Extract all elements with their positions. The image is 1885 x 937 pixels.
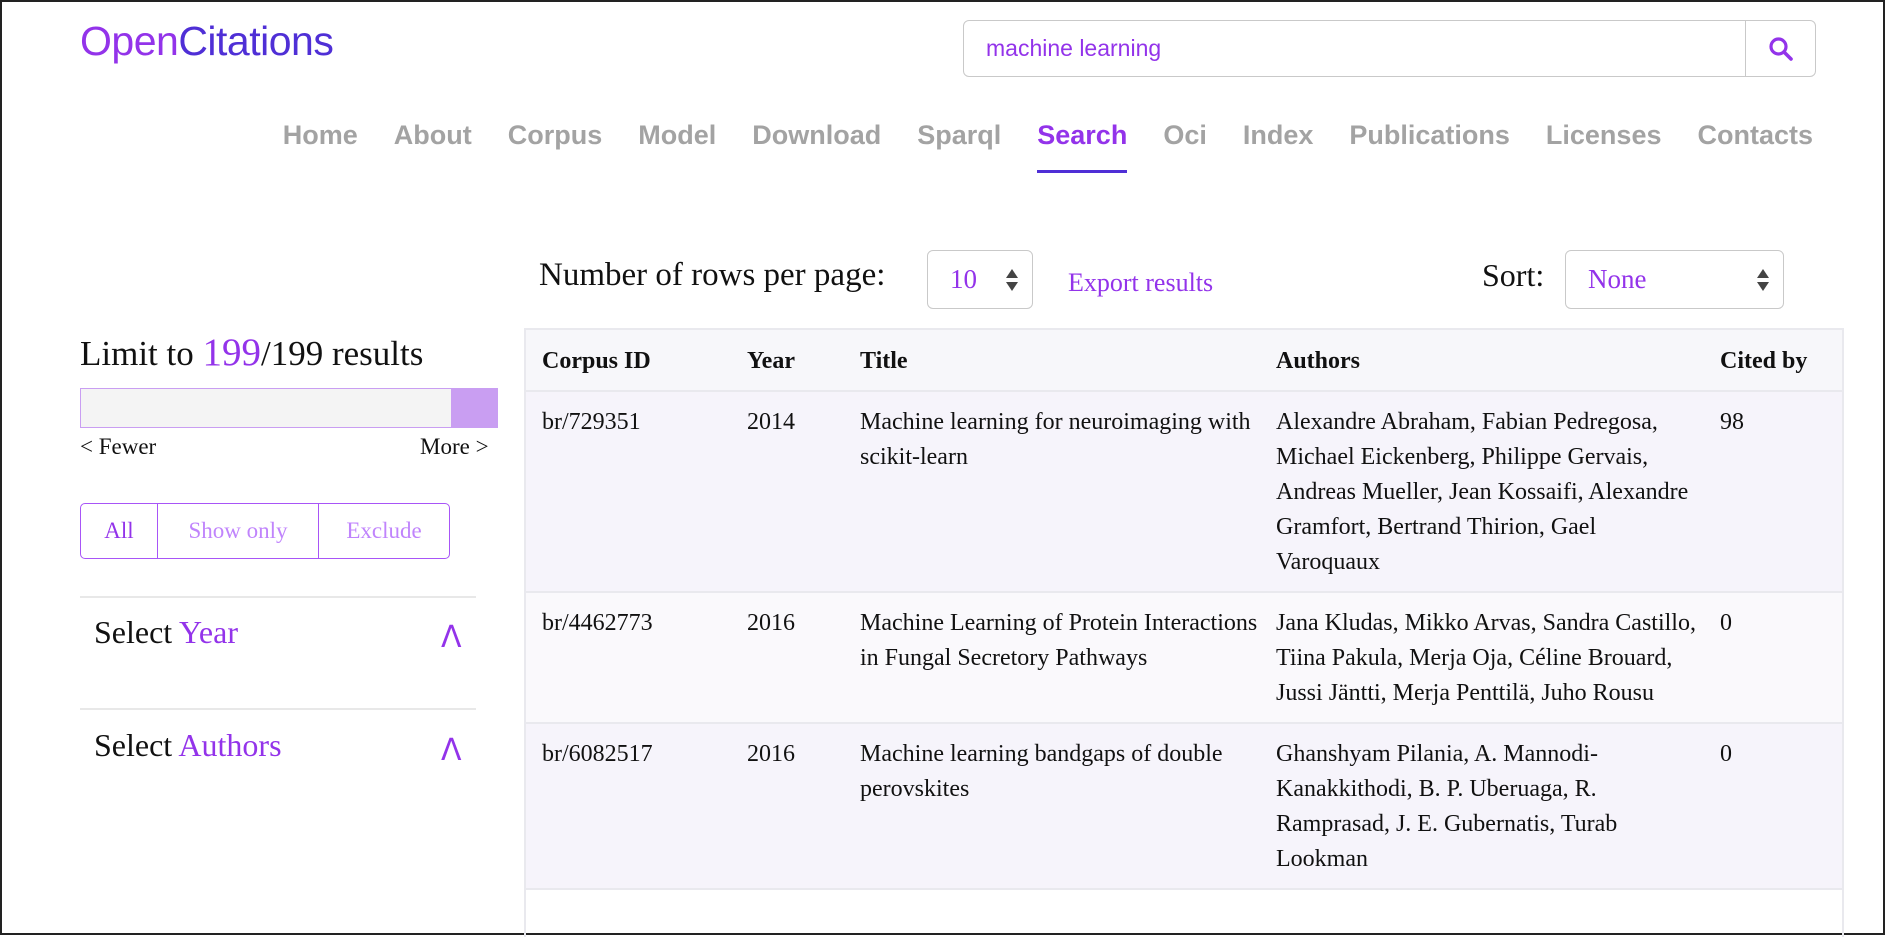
cell-authors: Jana Kludas, Mikko Arvas, Sandra Castill… — [1260, 592, 1704, 724]
nav-licenses[interactable]: Licenses — [1546, 120, 1662, 171]
limit-prefix: Limit to — [80, 334, 194, 373]
cell-corpus-id: br/4462773 — [526, 592, 731, 724]
table-row[interactable]: br/6082517 2016 Machine learning bandgap… — [526, 723, 1842, 890]
chevron-up-icon[interactable]: Λ — [441, 733, 462, 768]
facet-select-word: Select — [94, 614, 173, 650]
table-row[interactable]: br/4462773 2016 Machine Learning of Prot… — [526, 592, 1842, 724]
filter-all-button[interactable]: All — [81, 504, 157, 558]
filter-mode-group: All Show only Exclude — [80, 503, 450, 559]
table-header-row: Corpus ID Year Title Authors Cited by — [526, 330, 1842, 392]
table-row[interactable]: br/729351 2014 Machine learning for neur… — [526, 391, 1842, 593]
more-label: More > — [420, 434, 489, 459]
logo-part-open: Open — [80, 18, 179, 64]
divider — [80, 708, 476, 710]
limit-total: /199 results — [261, 334, 424, 373]
nav-home[interactable]: Home — [283, 120, 358, 171]
rows-per-page-label: Number of rows per page: — [539, 257, 886, 293]
facet-select-word: Select — [94, 727, 173, 763]
cell-year: 2016 — [731, 592, 844, 724]
sort-select[interactable]: None — [1565, 250, 1784, 309]
cell-corpus-id: br/729351 — [526, 391, 731, 593]
facet-authors-toggle[interactable]: Select Authors — [94, 727, 282, 764]
main-nav: Home About Corpus Model Download Sparql … — [283, 120, 1813, 173]
cell-title: Machine Learning of Protein Interactions… — [844, 592, 1260, 724]
nav-index[interactable]: Index — [1243, 120, 1314, 171]
nav-about[interactable]: About — [394, 120, 472, 171]
nav-sparql[interactable]: Sparql — [917, 120, 1001, 171]
results-table: Corpus ID Year Title Authors Cited by br… — [524, 328, 1844, 937]
filter-show-only-button[interactable]: Show only — [157, 504, 318, 558]
search-button[interactable] — [1745, 21, 1815, 76]
select-arrows-icon — [1757, 268, 1769, 291]
sort-value: None — [1588, 264, 1647, 294]
sort-label: Sort: — [1482, 257, 1545, 293]
facet-year-label: Year — [179, 614, 238, 650]
search-icon — [1768, 36, 1793, 61]
cell-year: 2014 — [731, 391, 844, 593]
col-corpus-id[interactable]: Corpus ID — [526, 330, 731, 392]
filter-exclude-button[interactable]: Exclude — [318, 504, 449, 558]
rows-per-page-value: 10 — [950, 264, 977, 294]
nav-corpus[interactable]: Corpus — [508, 120, 603, 171]
limit-current-count: 199 — [202, 331, 262, 374]
cell-corpus-id: br/6082517 — [526, 723, 731, 890]
cell-cited-by: 98 — [1704, 391, 1842, 593]
nav-download[interactable]: Download — [752, 120, 881, 171]
opencitations-logo[interactable]: OpenCitations — [80, 18, 334, 65]
cell-cited-by: 0 — [1704, 723, 1842, 890]
cell-authors: Ghanshyam Pilania, A. Mannodi-Kanakkitho… — [1260, 723, 1704, 890]
facet-year-toggle[interactable]: Select Year — [94, 614, 238, 651]
cell-cited-by: 0 — [1704, 592, 1842, 724]
col-authors[interactable]: Authors — [1260, 330, 1704, 392]
results-limit-slider[interactable] — [80, 388, 498, 428]
col-cited-by[interactable]: Cited by — [1704, 330, 1842, 392]
search-bar — [963, 20, 1816, 77]
col-year[interactable]: Year — [731, 330, 844, 392]
search-input[interactable] — [964, 21, 1745, 76]
col-title[interactable]: Title — [844, 330, 1260, 392]
logo-part-citations: Citations — [178, 18, 334, 64]
limit-results-text: Limit to 199/199 results — [80, 330, 423, 375]
cell-authors: Alexandre Abraham, Fabian Pedregosa, Mic… — [1260, 391, 1704, 593]
nav-search[interactable]: Search — [1037, 120, 1128, 173]
cell-year: 2016 — [731, 723, 844, 890]
fewer-label: < Fewer — [80, 434, 157, 459]
slider-handle[interactable] — [451, 389, 497, 427]
facet-authors-label: Authors — [178, 727, 282, 763]
select-arrows-icon — [1006, 268, 1018, 291]
nav-contacts[interactable]: Contacts — [1697, 120, 1813, 171]
chevron-up-icon[interactable]: Λ — [441, 620, 462, 655]
nav-publications[interactable]: Publications — [1349, 120, 1510, 171]
cell-title: Machine learning bandgaps of double pero… — [844, 723, 1260, 890]
export-results-link[interactable]: Export results — [1068, 268, 1213, 298]
rows-per-page-select[interactable]: 10 — [927, 250, 1033, 309]
cell-title: Machine learning for neuroimaging with s… — [844, 391, 1260, 593]
nav-oci[interactable]: Oci — [1163, 120, 1207, 171]
nav-model[interactable]: Model — [638, 120, 716, 171]
divider — [80, 596, 476, 598]
